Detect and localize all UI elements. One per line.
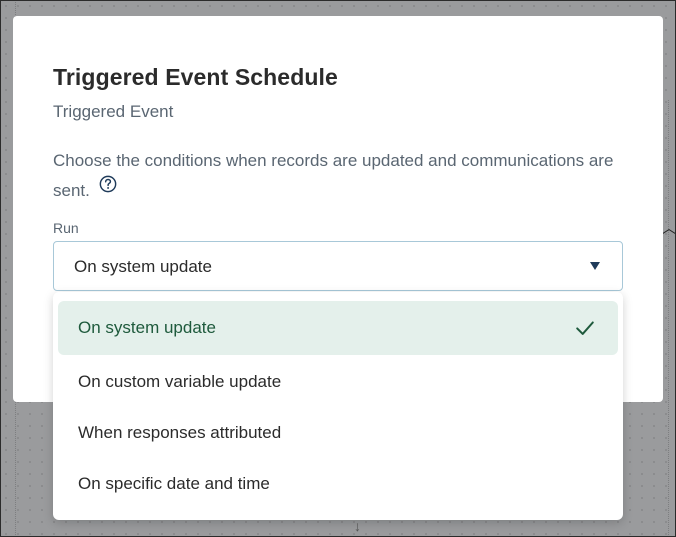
run-label: Run	[53, 220, 79, 236]
modal-title: Triggered Event Schedule	[53, 64, 338, 90]
question-circle-icon[interactable]	[99, 175, 117, 193]
background-guide-line	[668, 100, 669, 537]
option-label: On system update	[78, 318, 216, 337]
triangle-down-icon	[590, 262, 600, 270]
option-on-system-update[interactable]: On system update	[58, 301, 618, 355]
modal-description: Choose the conditions when records are u…	[53, 146, 623, 205]
run-select[interactable]: On system update	[53, 241, 623, 291]
option-on-specific-date-and-time[interactable]: On specific date and time	[58, 457, 618, 511]
option-label: On custom variable update	[78, 372, 282, 391]
modal-subtitle: Triggered Event	[53, 102, 174, 121]
run-options-dropdown: On system update On custom variable upda…	[53, 292, 623, 520]
option-label: When responses attributed	[78, 423, 282, 442]
down-arrow-icon: ↓	[354, 518, 361, 534]
collapse-caret-icon: ︿	[662, 220, 676, 236]
option-label: On specific date and time	[78, 474, 270, 493]
option-when-responses-attributed[interactable]: When responses attributed	[58, 406, 618, 460]
description-text: Choose the conditions when records are u…	[53, 151, 614, 200]
option-on-custom-variable-update[interactable]: On custom variable update	[58, 355, 618, 409]
run-select-value: On system update	[74, 257, 212, 276]
checkmark-icon	[576, 321, 594, 335]
